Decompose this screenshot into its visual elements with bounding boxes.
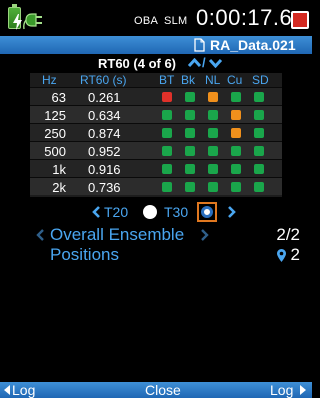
status-square-sd (254, 182, 264, 192)
table-row[interactable]: 500 0.952 (30, 141, 282, 159)
status-square-cu (231, 164, 241, 174)
col-header-hz: Hz (42, 73, 57, 87)
file-name: RA_Data.021 (210, 37, 296, 53)
status-bar: OBA SLM 0:00:17.6 (0, 0, 312, 36)
cell-hz: 500 (44, 144, 66, 159)
file-icon (194, 38, 205, 52)
cell-hz: 125 (44, 108, 66, 123)
metric-header: RT60 (4 of 6) / (0, 55, 312, 73)
chevron-left-icon[interactable] (92, 206, 100, 218)
positions-count: 2 (290, 245, 300, 264)
cell-rt60: 0.952 (88, 144, 121, 159)
status-square-cu (231, 146, 241, 156)
close-button[interactable]: Close (145, 382, 181, 398)
status-square-bk (185, 92, 195, 102)
status-square-sd (254, 110, 264, 120)
decay-range-selector: T20 T30 (0, 202, 312, 222)
triangle-right-icon (300, 385, 306, 395)
t30-radio-focus[interactable] (197, 202, 217, 222)
t20-radio[interactable] (143, 205, 157, 219)
t30-radio[interactable] (201, 206, 213, 218)
status-square-sd (254, 146, 264, 156)
table-row[interactable]: 250 0.874 (30, 123, 282, 141)
cell-hz: 1k (52, 162, 66, 177)
status-square-bt (162, 92, 172, 102)
triangle-left-icon (4, 385, 10, 395)
power-plug-icon (23, 13, 42, 30)
cell-rt60: 0.634 (88, 108, 121, 123)
elapsed-timer: 0:00:17.6 (196, 5, 293, 30)
chevron-up-icon[interactable] (188, 58, 201, 68)
status-square-bk (185, 110, 195, 120)
metric-nav-separator: / (202, 55, 206, 70)
cell-rt60: 0.916 (88, 162, 121, 177)
status-square-sd (254, 164, 264, 174)
status-square-bk (185, 146, 195, 156)
mode-slm-label: SLM (164, 15, 188, 27)
status-square-bk (185, 128, 195, 138)
table-row[interactable]: 125 0.634 (30, 105, 282, 123)
status-square-bt (162, 110, 172, 120)
chevron-right-icon[interactable] (228, 206, 236, 218)
col-header-nl: NL (205, 73, 221, 87)
col-header-cu: Cu (227, 73, 243, 87)
power-status (6, 4, 50, 32)
status-square-nl (208, 182, 218, 192)
ensemble-count: 2/2 (276, 225, 300, 244)
t30-label: T30 (164, 204, 189, 220)
status-square-bk (185, 164, 195, 174)
stop-record-button[interactable] (291, 11, 309, 29)
status-square-sd (254, 92, 264, 102)
status-square-bt (162, 182, 172, 192)
col-header-rt60: RT60 (s) (80, 73, 127, 87)
screen: OBA SLM 0:00:17.6 RA_Data.021 RT60 (4 of… (0, 0, 312, 398)
table-header: Hz RT60 (s) BT Bk NL Cu SD (30, 73, 282, 87)
col-header-sd: SD (252, 73, 269, 87)
status-square-cu (231, 128, 241, 138)
status-square-nl (208, 146, 218, 156)
status-square-bk (185, 182, 195, 192)
table-row[interactable]: 2k 0.736 (30, 177, 282, 195)
rt60-table: Hz RT60 (s) BT Bk NL Cu SD 63 0.261 125 … (30, 73, 282, 197)
cell-rt60: 0.261 (88, 90, 121, 105)
file-bar: RA_Data.021 (0, 36, 312, 54)
log-right-button[interactable]: Log (270, 382, 293, 398)
battery-charging-icon (8, 4, 22, 30)
mode-oba-label: OBA (134, 15, 159, 27)
status-square-cu (231, 92, 241, 102)
soft-key-bar: Log Close Log (0, 382, 312, 398)
status-square-nl (208, 128, 218, 138)
cell-hz: 2k (52, 180, 66, 195)
chevron-down-icon[interactable] (209, 58, 222, 68)
status-square-bt (162, 164, 172, 174)
col-header-bt: BT (159, 73, 175, 87)
ensemble-label: Overall Ensemble (50, 225, 185, 244)
status-square-bt (162, 146, 172, 156)
status-square-sd (254, 128, 264, 138)
table-row[interactable]: 63 0.261 (30, 87, 282, 105)
positions-label: Positions (50, 245, 119, 264)
status-square-nl (208, 92, 218, 102)
status-square-nl (208, 164, 218, 174)
table-row[interactable]: 1k 0.916 (30, 159, 282, 177)
cell-hz: 63 (51, 90, 66, 105)
col-header-bk: Bk (181, 73, 196, 87)
status-square-nl (208, 110, 218, 120)
positions-row[interactable]: Positions 2 (0, 244, 312, 266)
metric-title: RT60 (4 of 6) (98, 56, 177, 71)
chevron-right-icon[interactable] (201, 229, 209, 241)
status-square-cu (231, 182, 241, 192)
table-body: 63 0.261 125 0.634 250 0.874 500 0.952 1… (30, 87, 282, 195)
status-square-bt (162, 128, 172, 138)
log-left-button[interactable]: Log (12, 382, 35, 398)
t20-label: T20 (104, 204, 129, 220)
cell-hz: 250 (44, 126, 66, 141)
status-square-cu (231, 110, 241, 120)
cell-rt60: 0.874 (88, 126, 121, 141)
charging-bolt-icon (13, 14, 22, 30)
chevron-left-icon[interactable] (36, 229, 44, 241)
location-pin-icon (277, 249, 286, 262)
cell-rt60: 0.736 (88, 180, 121, 195)
ensemble-row[interactable]: Overall Ensemble 2/2 (0, 224, 312, 246)
